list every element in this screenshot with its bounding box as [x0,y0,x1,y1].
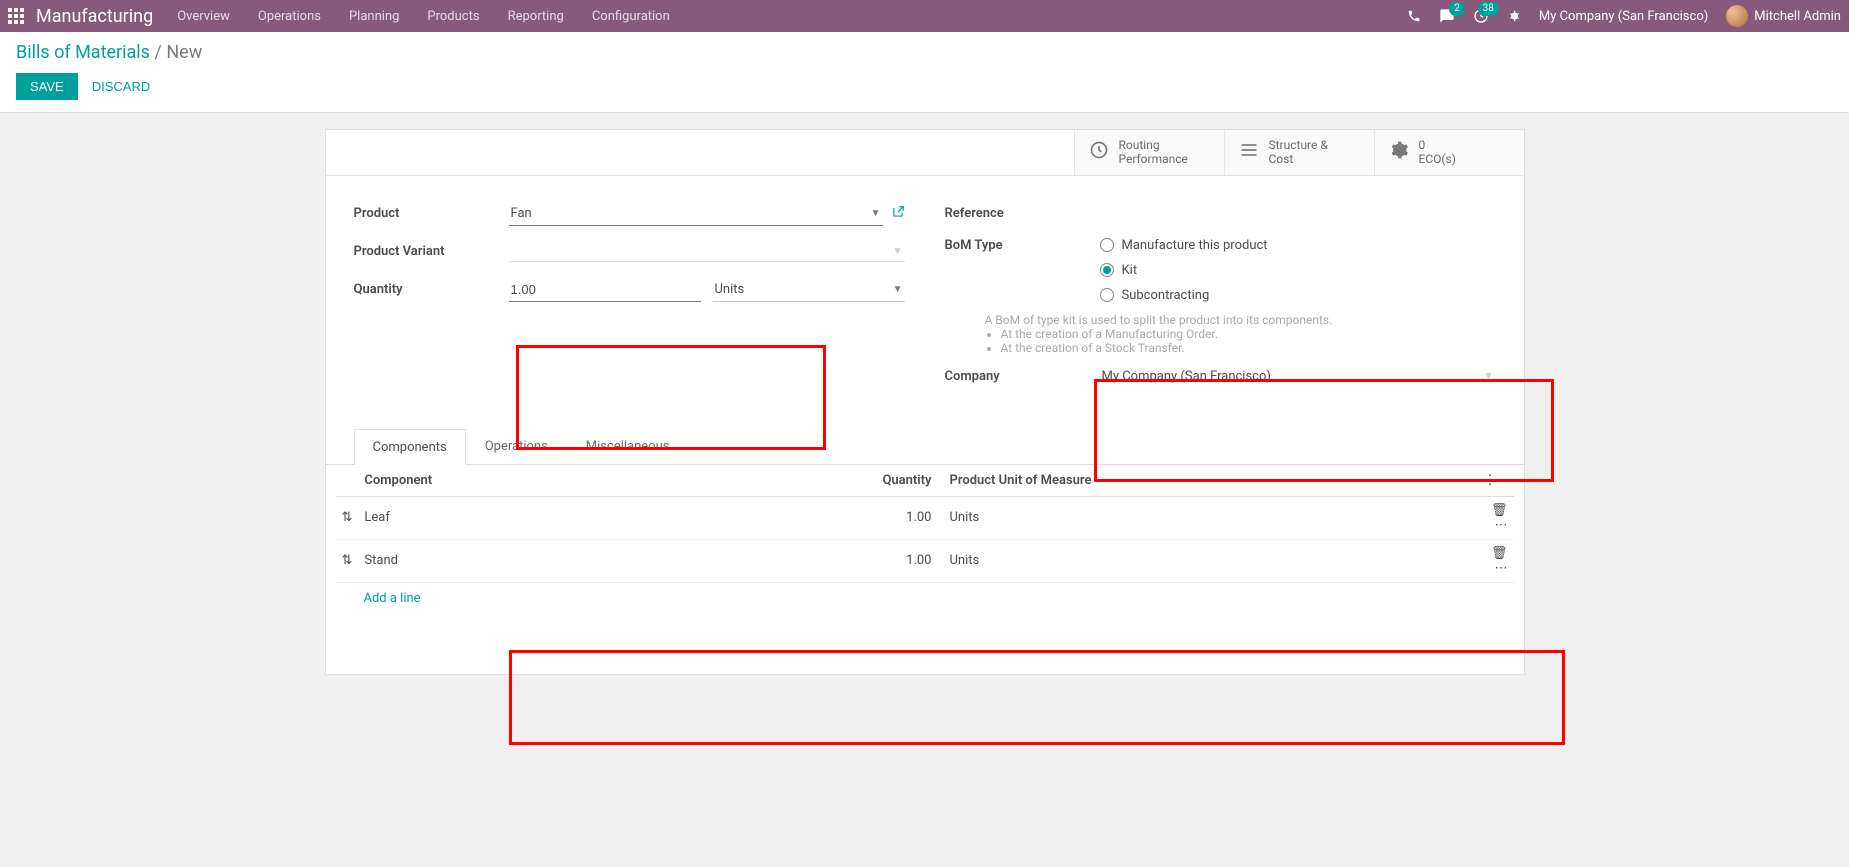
radio-manufacture[interactable]: Manufacture this product [1100,238,1268,253]
radio-icon [1100,263,1114,277]
cell-component[interactable]: Leaf [358,496,837,539]
table-row[interactable]: ⇅ Leaf 1.00 Units 🗑 ⋯ [336,496,1514,539]
chevron-down-icon: ▼ [871,208,881,219]
menu-products[interactable]: Products [427,9,479,24]
breadcrumb: Bills of Materials / New [16,42,1833,63]
menu-configuration[interactable]: Configuration [592,9,670,24]
cell-uom[interactable]: Units [938,539,1478,582]
menu-operations[interactable]: Operations [258,9,321,24]
product-label: Product [354,206,509,221]
chevron-down-icon: ▼ [1484,371,1494,382]
user-name: Mitchell Admin [1754,9,1841,24]
save-button[interactable]: SAVE [16,73,78,100]
company-field[interactable]: My Company (San Francisco) ▼ [1100,365,1496,388]
quantity-input[interactable] [509,278,701,302]
radio-icon [1100,238,1114,252]
reference-label: Reference [945,206,1100,221]
product-field[interactable]: Fan ▼ [509,202,883,226]
menu-overview[interactable]: Overview [177,9,230,24]
tab-operations[interactable]: Operations [466,428,567,464]
phone-icon[interactable] [1407,9,1421,23]
discard-button[interactable]: DISCARD [92,79,151,94]
form-left-column: Product Fan ▼ Product Variant [354,200,905,388]
tab-miscellaneous[interactable]: Miscellaneous [567,428,689,464]
breadcrumb-root[interactable]: Bills of Materials [16,42,150,63]
action-bar: Bills of Materials / New SAVE DISCARD [0,32,1849,113]
radio-subcontracting[interactable]: Subcontracting [1100,288,1268,303]
company-switcher[interactable]: My Company (San Francisco) [1539,9,1708,24]
chat-icon[interactable]: 2 [1439,8,1455,24]
kebab-icon[interactable]: ⋮ [1484,473,1497,488]
activity-badge: 38 [1478,2,1499,16]
cell-quantity[interactable]: 1.00 [838,539,938,582]
col-component: Component [358,465,837,497]
list-icon [1239,140,1259,165]
activity-icon[interactable]: 38 [1473,8,1489,24]
tabs: Components Operations Miscellaneous [326,428,1524,465]
bom-type-label: BoM Type [945,238,1100,253]
app-brand[interactable]: Manufacturing [36,6,153,27]
chat-badge: 2 [1449,2,1465,16]
col-quantity: Quantity [838,465,938,497]
menu-planning[interactable]: Planning [349,9,399,24]
user-menu[interactable]: Mitchell Admin [1726,5,1841,27]
components-table-wrap: Component Quantity Product Unit of Measu… [326,465,1524,614]
avatar [1726,5,1748,27]
bom-type-radio-group: Manufacture this product Kit Subcontract… [1100,238,1268,303]
form-sheet: RoutingPerformance Structure &Cost 0ECO(… [325,129,1525,675]
main-menu: Overview Operations Planning Products Re… [177,9,670,24]
form-right-column: Reference BoM Type Manufacture this prod… [945,200,1496,388]
radio-icon [1100,288,1114,302]
cell-uom[interactable]: Units [938,496,1478,539]
apps-icon[interactable] [8,8,24,24]
components-table: Component Quantity Product Unit of Measu… [336,465,1514,583]
cell-component[interactable]: Stand [358,539,837,582]
clock-icon [1089,140,1109,165]
chevron-down-icon: ▼ [893,246,903,257]
tab-components[interactable]: Components [354,429,466,465]
quantity-label: Quantity [354,282,509,297]
stat-routing-performance[interactable]: RoutingPerformance [1074,130,1224,175]
radio-kit[interactable]: Kit [1100,263,1268,278]
unit-field[interactable]: Units ▼ [713,278,905,302]
bom-type-help: A BoM of type kit is used to split the p… [985,313,1496,355]
gears-icon [1389,140,1409,165]
variant-field[interactable]: ▼ [509,242,905,262]
drag-handle-icon[interactable]: ⇅ [336,496,359,539]
menu-reporting[interactable]: Reporting [508,9,564,24]
add-line-link[interactable]: Add a line [336,583,1514,614]
drag-handle-icon[interactable]: ⇅ [336,539,359,582]
table-row[interactable]: ⇅ Stand 1.00 Units 🗑 ⋯ [336,539,1514,582]
debug-icon[interactable] [1507,9,1521,23]
stat-structure-cost[interactable]: Structure &Cost [1224,130,1374,175]
stat-ecos[interactable]: 0ECO(s) [1374,130,1524,175]
delete-row-icon[interactable]: 🗑 ⋯ [1478,539,1514,582]
topbar: Manufacturing Overview Operations Planni… [0,0,1849,32]
col-uom: Product Unit of Measure [938,465,1478,497]
variant-label: Product Variant [354,244,509,259]
stat-buttons: RoutingPerformance Structure &Cost 0ECO(… [326,130,1524,176]
breadcrumb-current: New [166,42,202,63]
company-label: Company [945,369,1100,384]
cell-quantity[interactable]: 1.00 [838,496,938,539]
chevron-down-icon: ▼ [893,284,903,295]
reference-input[interactable] [1100,202,1496,225]
external-link-icon[interactable] [891,205,905,223]
delete-row-icon[interactable]: 🗑 ⋯ [1478,496,1514,539]
